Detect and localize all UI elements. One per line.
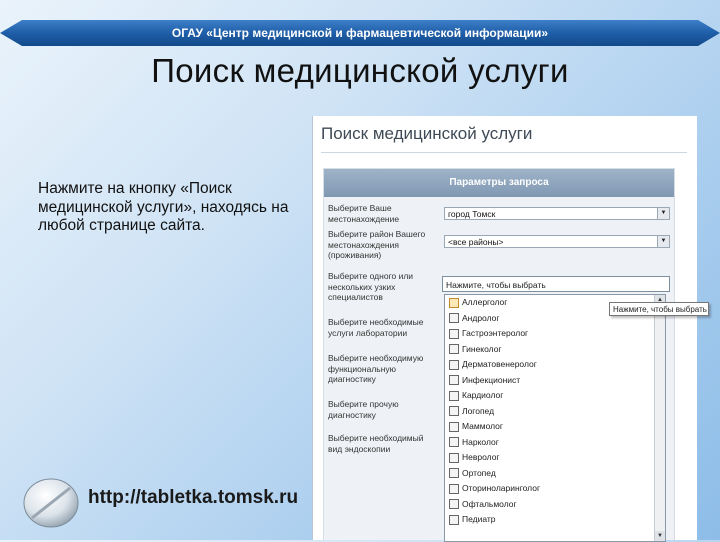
chevron-down-icon[interactable]: ▼ [657,208,669,219]
list-item-label: Невролог [462,452,500,462]
list-item-label: Ортопед [462,467,496,478]
checkbox[interactable] [449,359,459,370]
checkbox[interactable] [449,437,459,448]
list-item-label: Оториноларинголог [462,483,541,493]
list-item[interactable]: Маммолог [445,419,665,435]
list-item-label: Нарколог [462,436,499,447]
functional-label: Выберите необходимую функциональную диаг… [328,353,424,384]
header-banner: ОГАУ «Центр медицинской и фармацевтическ… [0,20,720,46]
specialists-input[interactable]: Нажмите, чтобы выбрать [442,276,670,292]
banner-text: ОГАУ «Центр медицинской и фармацевтическ… [171,26,549,40]
chevron-down-icon[interactable]: ▼ [657,236,669,247]
list-item[interactable]: Логопед [445,404,665,420]
district-label: Выберите район Вашего местонахождения (п… [328,229,426,260]
list-item-label: Гинеколог [462,343,502,354]
checkbox[interactable] [449,313,459,324]
list-item[interactable]: Офтальмолог [445,497,665,513]
list-scrollbar[interactable]: ▲ ▼ [654,295,665,541]
specialists-list[interactable]: Аллерголог Андролог Гастроэнтеролог Гинекол… [444,294,666,542]
checkbox[interactable] [449,328,459,339]
location-value: город Томск [448,209,496,219]
list-item[interactable]: Инфекционист [445,373,665,389]
list-item-label: Логопед [462,405,495,416]
list-item-label: Кардиолог [462,390,504,400]
list-item[interactable]: Ортопед [445,466,665,482]
tooltip: Нажмите, чтобы выбрать [609,302,709,316]
list-item[interactable]: Кардиолог [445,388,665,404]
checkbox[interactable] [449,483,459,494]
list-item-label: Педиатр [462,514,496,524]
checkbox[interactable] [449,406,459,417]
list-item-label: Маммолог [462,421,504,431]
checkbox[interactable] [449,375,459,386]
screenshot-title: Поиск медицинской услуги [321,124,533,143]
other-diagnostics-label: Выберите прочую диагностику [328,399,399,420]
checkbox[interactable] [449,452,459,463]
list-item-label: Офтальмолог [462,498,517,509]
site-url-link[interactable]: http://tabletka.tomsk.ru [88,487,298,509]
endoscopy-label: Выберите необходимый вид эндоскопии [328,433,424,454]
list-item-label: Дерматовенеролог [462,359,537,369]
specialists-label: Выберите одного или нескольких узких спе… [328,271,414,302]
checkbox[interactable] [449,390,459,401]
list-item[interactable]: Нарколог [445,435,665,451]
list-item-label: Аллерголог [462,297,508,307]
list-item-label: Инфекционист [462,374,521,385]
checkbox[interactable] [449,514,459,525]
checkbox[interactable] [449,499,459,510]
list-item[interactable]: Дерматовенеролог [445,357,665,373]
location-label: Выберите Ваше местонахождение [328,203,400,224]
lab-label: Выберите необходимые услуги лаборатории [328,317,424,338]
list-item[interactable]: Гастроэнтеролог [445,326,665,342]
list-item[interactable]: Педиатр [445,512,665,528]
pill-icon [23,478,79,528]
list-item-label: Андролог [462,312,500,323]
checkbox[interactable] [449,297,459,308]
district-value: <все районы> [448,237,504,247]
list-item-label: Гастроэнтеролог [462,328,529,338]
checkbox[interactable] [449,344,459,355]
checkbox[interactable] [449,421,459,432]
form-header: Параметры запроса [324,169,674,197]
list-item[interactable]: Невролог [445,450,665,466]
location-select[interactable]: город Томск ▼ [444,207,670,220]
page-title: Поиск медицинской услуги [151,52,569,89]
list-item[interactable]: Оториноларинголог [445,481,665,497]
checkbox[interactable] [449,468,459,479]
title-divider [321,152,687,153]
district-select[interactable]: <все районы> ▼ [444,235,670,248]
instruction-text: Нажмите на кнопку «Поиск медицинской усл… [38,180,289,234]
list-item[interactable]: Гинеколог [445,342,665,358]
